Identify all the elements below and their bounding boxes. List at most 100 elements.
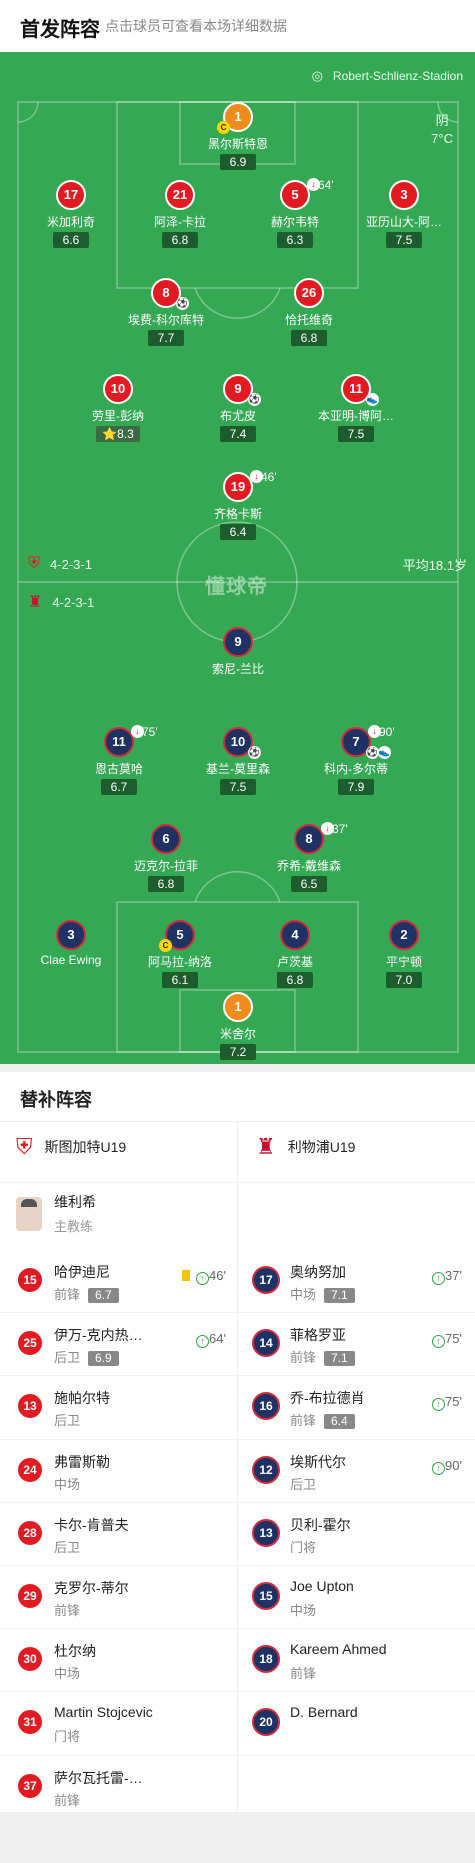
sub-away-row[interactable]: 14 菲格罗亚 前锋 7.1 ↑ 75' — [252, 1319, 462, 1373]
sub-sub-field: 75' — [445, 1394, 462, 1409]
coach-avatar — [16, 1196, 42, 1231]
sub-away-row[interactable]: 13 贝利-霍尔 门将 — [252, 1509, 462, 1563]
player-home-cb2[interactable]: 5 ↓ 64' 赫尔韦特 6.3 — [240, 178, 350, 249]
sub-in-icon: ↑ — [432, 1398, 446, 1411]
sub-away-row[interactable]: 12 埃斯代尔 后卫 ↑ 90' — [252, 1446, 462, 1500]
sub-num: 31 — [16, 1708, 44, 1736]
sub-stime: ↑ 90' — [432, 1458, 462, 1475]
lineup-header: 首发阵容 点击球员可查看本场详细数据 — [0, 0, 475, 52]
sub-sname: Kareem Ahmed — [290, 1641, 387, 1657]
page-subtitle: 点击球员可查看本场详细数据 — [105, 18, 287, 34]
sub-home-row[interactable]: 15 哈伊迪尼 前锋 6.7 ↑ 46' — [16, 1256, 226, 1310]
sub-spos: 前锋 — [54, 1603, 81, 1618]
player-home-dm1[interactable]: 8 ⚽ 埃费-科尔库特 7.7 — [111, 278, 221, 347]
sub-srate: 7.1 — [324, 1351, 355, 1366]
captain-icon: C — [159, 939, 172, 952]
sub-home-row[interactable]: 25 伊万-克内热… 后卫 6.9 ↑ 64' — [16, 1319, 226, 1373]
sub-home-row[interactable]: 13 施帕尔特 后卫 — [16, 1382, 226, 1436]
player-home-rb[interactable]: 3 亚历山大-阿… 7.5 — [349, 180, 459, 249]
player-home-lb[interactable]: 17 米加利奇 6.6 — [16, 180, 126, 249]
player-home-cb1[interactable]: 21 阿泽-卡拉 6.8 — [125, 180, 235, 249]
sub-num: 15 — [252, 1582, 280, 1610]
divider — [0, 1375, 475, 1376]
sub-srate: 6.9 — [88, 1351, 119, 1366]
player-away-cb2[interactable]: 4 卢茨基 6.8 — [240, 920, 350, 989]
sub-sname: 弗雷斯勒 — [54, 1454, 110, 1470]
sub-sub-field: 前锋 — [290, 1350, 317, 1365]
column-divider — [237, 1122, 238, 1812]
sub-num: 37 — [16, 1772, 44, 1800]
watermark: 懂球帝 — [205, 576, 268, 598]
stadium-name: Robert-Schlienz-Stadion — [332, 69, 463, 83]
sub-away-row[interactable]: 17 奥纳努加 中场 7.1 ↑ 37' — [252, 1256, 462, 1310]
sub-stime: ↑ 75' — [432, 1394, 462, 1411]
sub-spos: 后卫 6.9 — [54, 1347, 119, 1366]
divider — [0, 1755, 475, 1756]
sub-home-row[interactable]: 37 萨尔瓦托雷-… 前锋 — [16, 1762, 226, 1816]
sub-in-icon: ↑ — [196, 1272, 210, 1285]
sub-spos: 前锋 6.7 — [54, 1284, 119, 1303]
captain-icon: C — [217, 121, 230, 134]
sub-home-row[interactable]: 30 杜尔纳 中场 — [16, 1635, 226, 1689]
sub-home-row[interactable]: 29 克罗尔-蒂尔 前锋 — [16, 1572, 226, 1626]
player-home-ram[interactable]: 11 👟 本亚明-博阿… 7.5 — [301, 374, 411, 443]
sub-in-icon: ↑ — [432, 1462, 446, 1475]
home-formation: ⛨ 4-2-3-1 — [28, 555, 92, 572]
goal-icon: ⚽ — [248, 393, 261, 406]
player-away-rb[interactable]: 2 平宁顿 7.0 — [349, 920, 459, 989]
sub-srate: 7.1 — [324, 1288, 355, 1303]
sub-away-row[interactable]: 15 Joe Upton 中场 — [252, 1572, 462, 1626]
player-home-cam[interactable]: 9 ⚽ 布尤皮 7.4 — [183, 374, 293, 443]
yellow-card-icon — [182, 1270, 191, 1281]
player-home-st[interactable]: 19 ↓ 46' 齐格卡斯 6.4 — [183, 470, 293, 541]
stadium-info: ◎ Robert-Schlienz-Stadion — [312, 68, 463, 84]
goal-icon: ⚽ — [248, 746, 261, 759]
sub-num: 28 — [16, 1519, 44, 1547]
sub-away-row[interactable]: 18 Kareem Ahmed 前锋 — [252, 1635, 462, 1689]
player-away-keeper[interactable]: 1 米舍尔 7.2 — [183, 992, 293, 1061]
divider — [0, 1502, 475, 1503]
sub-num: 18 — [252, 1645, 280, 1673]
sub-home-row[interactable]: 31 Martin Stojcevic 门将 — [16, 1698, 226, 1752]
player-away-lam[interactable]: 11 ↓ 75' 恩古莫哈 6.7 — [64, 725, 174, 796]
sub-sname: 哈伊迪尼 — [54, 1264, 110, 1280]
sub-num: 16 — [252, 1392, 280, 1420]
sub-sub-field: 37' — [445, 1268, 462, 1283]
sub-home-row[interactable]: 24 弗雷斯勒 中场 — [16, 1446, 226, 1500]
sub-home-row[interactable]: 28 卡尔-肯普夫 后卫 — [16, 1509, 226, 1563]
sub-sub-field: 前锋 — [290, 1413, 317, 1428]
player-home-keeper[interactable]: 1C 黑尔斯特恩 6.9 — [183, 102, 293, 171]
divider — [0, 1628, 475, 1629]
sub-spos: 中场 7.1 — [290, 1284, 355, 1303]
pitch: ◎ Robert-Schlienz-Stadion 阴 7°C 懂球帝 ⛨ 4-… — [0, 52, 475, 1064]
stuttgart-logo-icon: ⛨ — [16, 1134, 33, 1159]
sub-sname: 乔-布拉德肖 — [290, 1390, 365, 1406]
sub-num: 17 — [252, 1266, 280, 1294]
player-away-cb1[interactable]: 5C 阿马拉-纳洛 6.1 — [125, 920, 235, 989]
player-away-dm1[interactable]: 6 迈克尔-拉菲 6.8 — [111, 824, 221, 893]
page-title: 首发阵容 — [20, 19, 100, 41]
divider — [0, 1691, 475, 1692]
player-away-lb[interactable]: 3 Clae Ewing — [16, 920, 126, 967]
substitutes-panel: 替补阵容 ⛨ 斯图加特U19 ♜ 利物浦U19 维利希 主教练 15 哈伊迪尼 … — [0, 1072, 475, 1812]
sub-away-row[interactable]: 20 D. Bernard — [252, 1698, 462, 1752]
divider — [0, 1182, 475, 1183]
sub-away-row[interactable]: 16 乔-布拉德肖 前锋 6.4 ↑ 75' — [252, 1382, 462, 1436]
player-away-cam[interactable]: 10 ⚽ 基兰-莫里森 7.5 — [183, 727, 293, 796]
assist-icon: 👟 — [378, 746, 391, 759]
stadium-icon: ◎ — [311, 68, 323, 83]
player-away-ram[interactable]: 7 ↓ 90' ⚽ 👟 科内-多尔蒂 7.9 — [301, 725, 411, 796]
sub-sname: 卡尔-肯普夫 — [54, 1517, 129, 1533]
away-formation: ♜ 4-2-3-1 — [28, 594, 95, 611]
player-away-dm2[interactable]: 8 ↓ 37' 乔希-戴维森 6.5 — [254, 822, 364, 893]
sub-sub-field: 46' — [209, 1268, 226, 1283]
sub-in-icon: ↑ — [432, 1272, 446, 1285]
sub-spos: 后卫 — [290, 1477, 317, 1492]
player-home-lam[interactable]: 10 劳里-彭纳 ⭐8.3 — [63, 374, 173, 443]
sub-sub-field: 90' — [445, 1458, 462, 1473]
player-away-st[interactable]: 9 索尼-兰比 — [183, 627, 293, 677]
player-home-dm2[interactable]: 26 恰托维奇 6.8 — [254, 278, 364, 347]
sub-num: 25 — [16, 1329, 44, 1357]
home-coach[interactable]: 维利希 主教练 — [16, 1192, 96, 1235]
sub-sname: 伊万-克内热… — [54, 1327, 143, 1343]
